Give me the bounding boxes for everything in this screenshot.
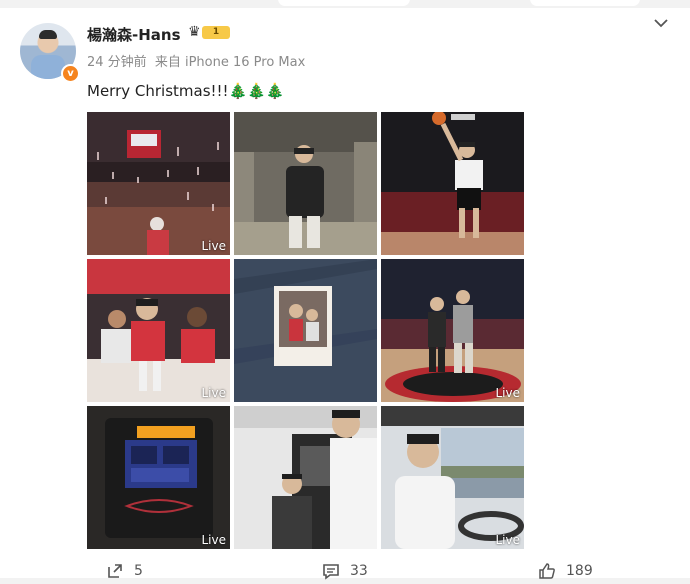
chevron-down-icon[interactable] <box>652 14 670 32</box>
photo-driving[interactable]: Live <box>381 406 524 549</box>
repost-count: 5 <box>134 563 143 579</box>
comment-icon <box>323 564 339 580</box>
photo-dunk[interactable] <box>381 112 524 255</box>
photo-polaroid-on-jeans[interactable] <box>234 259 377 402</box>
post-source: 来自 iPhone 16 Pro Max <box>154 55 306 70</box>
photo-teammates-bench[interactable]: Live <box>87 259 230 402</box>
live-badge: Live <box>201 239 226 253</box>
vip-badge[interactable]: ♛ 1 <box>188 24 230 41</box>
live-badge: Live <box>495 533 520 547</box>
photo-arena-confetti[interactable]: Live <box>87 112 230 255</box>
live-badge: Live <box>201 533 226 547</box>
repost-icon <box>108 564 122 578</box>
avatar-hair <box>39 30 57 39</box>
verified-icon: v <box>61 64 80 83</box>
previous-post-footer <box>278 0 410 6</box>
photo-parking-garage[interactable] <box>234 112 377 255</box>
post-card: v 楊瀚森-Hans ♛ 1 24 分钟前 来自 iPhone 16 Pro M… <box>0 8 690 580</box>
photo-selfie-atm[interactable] <box>234 406 377 549</box>
photo-court-duo[interactable]: Live <box>381 259 524 402</box>
post-meta: 24 分钟前 来自 iPhone 16 Pro Max <box>87 51 309 70</box>
avatar-body <box>31 55 65 79</box>
comment-button[interactable]: 33 <box>322 562 368 580</box>
like-icon <box>539 563 555 579</box>
action-bar: 5 33 189 <box>0 558 690 584</box>
post-text: Merry Christmas!!!🎄🎄🎄 <box>87 82 285 100</box>
like-count: 189 <box>566 563 593 579</box>
repost-button[interactable]: 5 <box>106 562 143 580</box>
photo-grid: Live Live Live Live Live <box>87 112 527 552</box>
live-badge: Live <box>495 386 520 400</box>
post-time: 24 分钟前 <box>87 55 147 70</box>
username[interactable]: 楊瀚森-Hans <box>87 24 181 45</box>
crown-icon: ♛ <box>188 24 201 40</box>
comment-count: 33 <box>350 563 368 579</box>
like-button[interactable]: 189 <box>538 562 593 580</box>
vip-level: 1 <box>202 26 230 39</box>
previous-post-button[interactable] <box>530 0 640 6</box>
live-badge: Live <box>201 386 226 400</box>
photo-arcade-game[interactable]: Live <box>87 406 230 549</box>
